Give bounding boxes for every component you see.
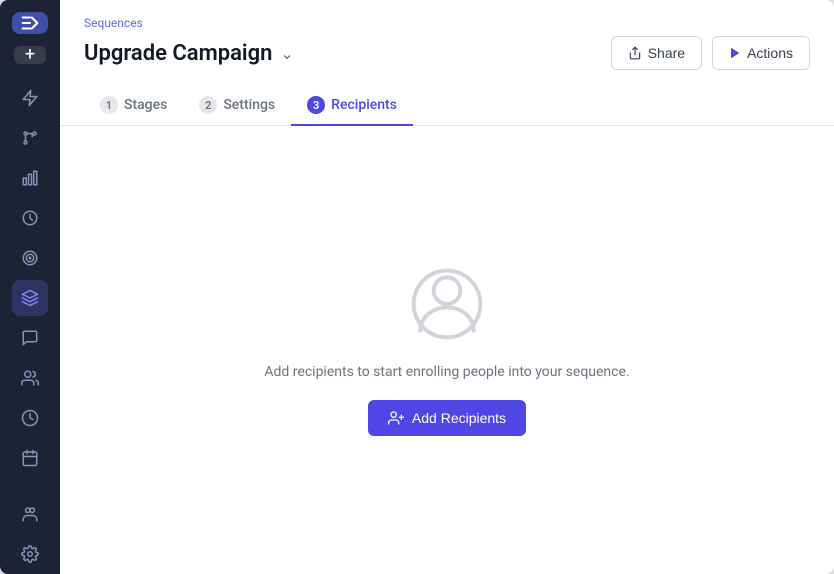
actions-icon: [729, 47, 741, 59]
share-icon: [628, 46, 642, 60]
tab-stages-label: Stages: [124, 97, 167, 113]
sidebar-nav: [0, 80, 60, 476]
header-actions: Share Actions: [611, 36, 810, 70]
tab-stages-number: 1: [100, 96, 118, 114]
sidebar-item-calendar[interactable]: [12, 440, 48, 476]
page-title: Upgrade Campaign: [84, 41, 272, 66]
chevron-down-icon[interactable]: ⌄: [280, 44, 293, 63]
tabs: 1 Stages 2 Settings 3 Recipients: [84, 86, 810, 125]
tab-settings[interactable]: 2 Settings: [183, 86, 291, 126]
page-header: Sequences Upgrade Campaign ⌄ Share: [60, 0, 834, 126]
breadcrumb: Sequences: [84, 16, 810, 30]
sidebar-item-group[interactable]: [12, 496, 48, 532]
header-top: Upgrade Campaign ⌄ Share Actions: [84, 36, 810, 70]
sidebar-item-target[interactable]: [12, 240, 48, 276]
tab-settings-number: 2: [199, 96, 217, 114]
sidebar-bottom-nav: [0, 496, 60, 574]
title-row: Upgrade Campaign ⌄: [84, 41, 294, 66]
sidebar-item-users[interactable]: [12, 360, 48, 396]
add-recipients-icon: [388, 410, 404, 426]
add-recipients-button[interactable]: Add Recipients: [368, 400, 526, 436]
actions-button[interactable]: Actions: [712, 36, 810, 70]
sidebar-item-sequences[interactable]: [12, 120, 48, 156]
app-logo: [12, 12, 48, 34]
share-button[interactable]: Share: [611, 36, 702, 70]
sidebar: +: [0, 0, 60, 574]
sidebar-item-settings[interactable]: [12, 536, 48, 572]
tab-recipients-number: 3: [307, 96, 325, 114]
sidebar-item-clock[interactable]: [12, 200, 48, 236]
sidebar-item-timer[interactable]: [12, 400, 48, 436]
tab-recipients-label: Recipients: [331, 97, 397, 113]
tab-settings-label: Settings: [223, 97, 275, 113]
empty-avatar-icon: [407, 264, 487, 344]
sidebar-item-layers[interactable]: [12, 280, 48, 316]
sidebar-item-analytics[interactable]: [12, 160, 48, 196]
empty-state: Add recipients to start enrolling people…: [60, 126, 834, 574]
tab-stages[interactable]: 1 Stages: [84, 86, 183, 126]
empty-state-text: Add recipients to start enrolling people…: [264, 364, 629, 380]
sidebar-item-lightning[interactable]: [12, 80, 48, 116]
tab-recipients[interactable]: 3 Recipients: [291, 86, 413, 126]
sidebar-item-chat[interactable]: [12, 320, 48, 356]
main-content: Sequences Upgrade Campaign ⌄ Share: [60, 0, 834, 574]
app-container: +: [0, 0, 834, 574]
add-button[interactable]: +: [14, 46, 46, 64]
